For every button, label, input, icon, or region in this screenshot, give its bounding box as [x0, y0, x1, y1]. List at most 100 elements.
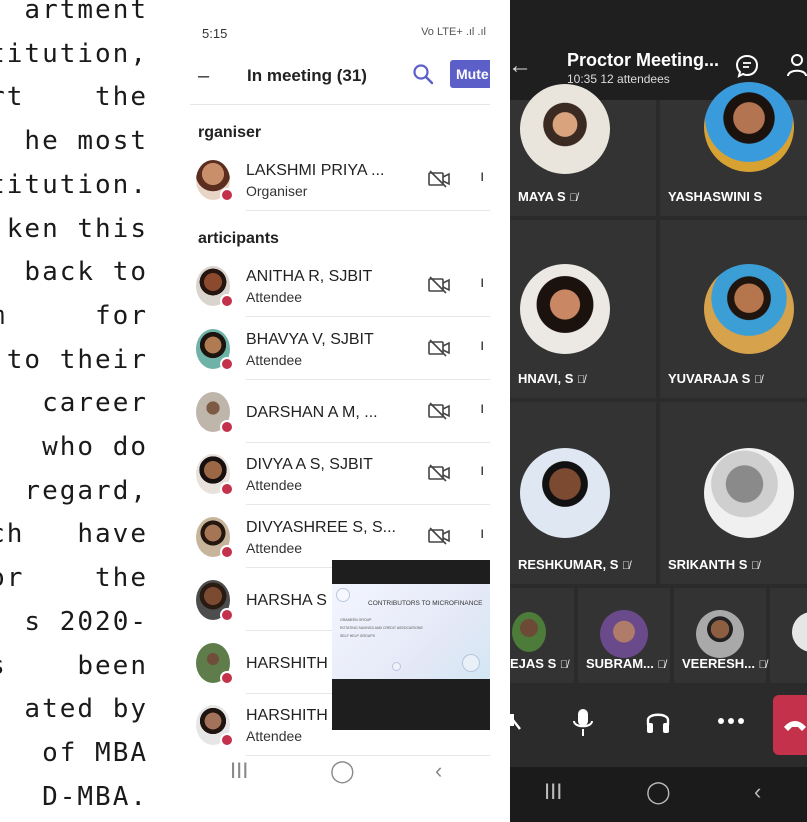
- camera-off-button[interactable]: [510, 707, 524, 738]
- chat-icon[interactable]: [734, 53, 760, 84]
- participant-row[interactable]: DARSHAN A M, ... ı: [190, 380, 490, 443]
- meeting-video-screen: ← Proctor Meeting... 10:35 12 attendees …: [510, 0, 807, 822]
- mute-all-button[interactable]: Mute: [450, 60, 490, 88]
- presence-busy-icon: [220, 188, 234, 202]
- tile-name: SRIKANTH S: [668, 557, 748, 572]
- back-arrow-icon[interactable]: ←: [510, 52, 532, 80]
- video-tile-small[interactable]: SUBRAM... 🎙̸: [578, 588, 670, 683]
- presence-busy-icon: [220, 671, 234, 685]
- participant-name: DIVYA A S, SJBIT: [246, 456, 373, 473]
- participant-name: LAKSHMI PRIYA ...: [246, 162, 385, 179]
- video-tile[interactable]: RESHKUMAR, S 🎙̸: [510, 402, 656, 584]
- participant-row[interactable]: ANITHA R, SJBIT Attendee ı: [190, 254, 490, 317]
- home-icon[interactable]: ◯: [646, 779, 671, 805]
- participant-avatar: [704, 264, 794, 354]
- slide-bullets: GRAMEEN GROUP ROTATING SAVINGS AND CREDI…: [340, 618, 423, 642]
- search-icon[interactable]: [412, 63, 434, 90]
- mic-muted-icon: 🎙̸: [569, 192, 578, 204]
- video-tile-small[interactable]: VEERESH... 🎙̸: [674, 588, 767, 683]
- participant-row[interactable]: DIVYA A S, SJBIT Attendee ı: [190, 442, 490, 505]
- avatar: [196, 392, 234, 434]
- participant-name: HARSHITH: [246, 655, 328, 672]
- slide-bullet: ROTATING SAVINGS AND CREDIT ASSOCIATIONS: [340, 626, 423, 630]
- document-text-line: he most: [24, 126, 148, 157]
- mic-muted-icon: 🎙̸: [559, 659, 569, 671]
- presence-busy-icon: [220, 482, 234, 496]
- document-text-line: artment: [24, 0, 148, 25]
- mic-muted-icon: 🎙̸: [758, 659, 767, 671]
- meeting-subtitle: 10:35 12 attendees: [567, 72, 670, 86]
- participant-name: DARSHAN A M, ...: [246, 404, 378, 421]
- participant-name: BHAVYA V, SJBIT: [246, 331, 374, 348]
- recents-icon[interactable]: III: [544, 779, 562, 805]
- camera-off-icon: [428, 402, 450, 425]
- mic-icon: ı: [480, 168, 485, 185]
- camera-off-icon: [428, 527, 450, 550]
- participant-avatar: [792, 612, 807, 652]
- avatar: [196, 454, 234, 496]
- slide-bullet: SELF HELP GROUPS: [340, 634, 375, 638]
- back-nav-icon[interactable]: ‹: [435, 758, 442, 784]
- mic-icon: ı: [480, 525, 485, 542]
- tile-name: YUVARAJA S: [668, 371, 751, 386]
- microphone-button[interactable]: [572, 707, 594, 744]
- document-text-line: s 2020-: [24, 606, 148, 637]
- participant-name: ANITHA R, SJBIT: [246, 268, 373, 285]
- avatar: [196, 580, 234, 622]
- participant-name: HARSHITH: [246, 707, 328, 724]
- video-tile[interactable]: YASHASWINI S: [660, 82, 807, 216]
- screen-share-preview[interactable]: CONTRIBUTORS TO MICROFINANCE GRAMEEN GRO…: [332, 560, 490, 730]
- avatar: [196, 705, 234, 747]
- back-nav-icon[interactable]: ‹: [754, 779, 761, 805]
- android-nav-bar: III ◯ ‹: [190, 758, 490, 792]
- back-icon[interactable]: –: [198, 65, 209, 88]
- document-text-line: ken this: [6, 213, 148, 244]
- mic-muted-icon: 🎙̸: [657, 659, 666, 671]
- participant-row[interactable]: DIVYASHREE S, S... Attendee ı: [190, 505, 490, 568]
- video-tile-small[interactable]: [770, 588, 807, 683]
- participant-role: Attendee: [246, 289, 303, 305]
- mic-muted-icon: 🎙̸: [622, 560, 631, 572]
- status-time: 5:15: [202, 26, 228, 41]
- presence-busy-icon: [220, 608, 234, 622]
- video-tile-label: YASHASWINI S: [668, 189, 762, 204]
- video-tile[interactable]: HNAVI, S 🎙̸: [510, 220, 656, 398]
- presentation-slide: CONTRIBUTORS TO MICROFINANCE GRAMEEN GRO…: [332, 584, 490, 679]
- mic-muted-icon: 🎙̸: [751, 560, 760, 572]
- audio-device-button[interactable]: [645, 707, 671, 742]
- document-text-line: rt the: [0, 82, 148, 113]
- mic-icon: ı: [480, 400, 485, 417]
- mic-icon: ı: [480, 462, 485, 479]
- tile-name: YASHASWINI S: [668, 189, 763, 204]
- video-tile-small[interactable]: EJAS S 🎙̸: [510, 588, 574, 683]
- camera-off-icon: [428, 170, 450, 193]
- status-bar: 5:15 Vo LTE+ .ıl .ıl: [196, 22, 490, 46]
- document-text-line: career: [42, 388, 148, 419]
- recents-icon[interactable]: III: [230, 758, 248, 784]
- video-tile-label: RESHKUMAR, S 🎙̸: [518, 557, 630, 572]
- document-text-line: or the: [0, 563, 148, 594]
- document-text-line: ated by: [24, 694, 148, 725]
- video-tile-label: YUVARAJA S 🎙̸: [668, 371, 762, 386]
- mic-muted-icon: 🎙̸: [753, 374, 763, 386]
- more-options-button[interactable]: [717, 713, 745, 731]
- video-tile-label: SUBRAM... 🎙̸: [586, 656, 666, 671]
- video-tile[interactable]: SRIKANTH S 🎙̸: [660, 402, 807, 584]
- home-icon[interactable]: ◯: [330, 758, 355, 784]
- video-tile-label: VEERESH... 🎙̸: [682, 656, 767, 671]
- participant-row[interactable]: BHAVYA V, SJBIT Attendee ı: [190, 317, 490, 380]
- slide-bullet: GRAMEEN GROUP: [340, 618, 372, 622]
- participant-role: Attendee: [246, 540, 303, 556]
- video-tile[interactable]: YUVARAJA S 🎙̸: [660, 220, 807, 398]
- participant-avatar: [696, 610, 744, 658]
- end-call-button[interactable]: [773, 695, 807, 755]
- page-title: In meeting (31): [247, 66, 367, 85]
- participant-role: Attendee: [246, 477, 303, 493]
- video-tile[interactable]: MAYA S 🎙̸: [510, 84, 656, 216]
- avatar: [196, 329, 234, 371]
- document-text-line: to their: [6, 344, 148, 375]
- organiser-row[interactable]: LAKSHMI PRIYA ... Organiser ı: [190, 148, 490, 211]
- participants-section-title: articipants: [198, 230, 279, 247]
- video-tile-label: MAYA S 🎙̸: [518, 189, 578, 204]
- people-icon[interactable]: [785, 52, 807, 83]
